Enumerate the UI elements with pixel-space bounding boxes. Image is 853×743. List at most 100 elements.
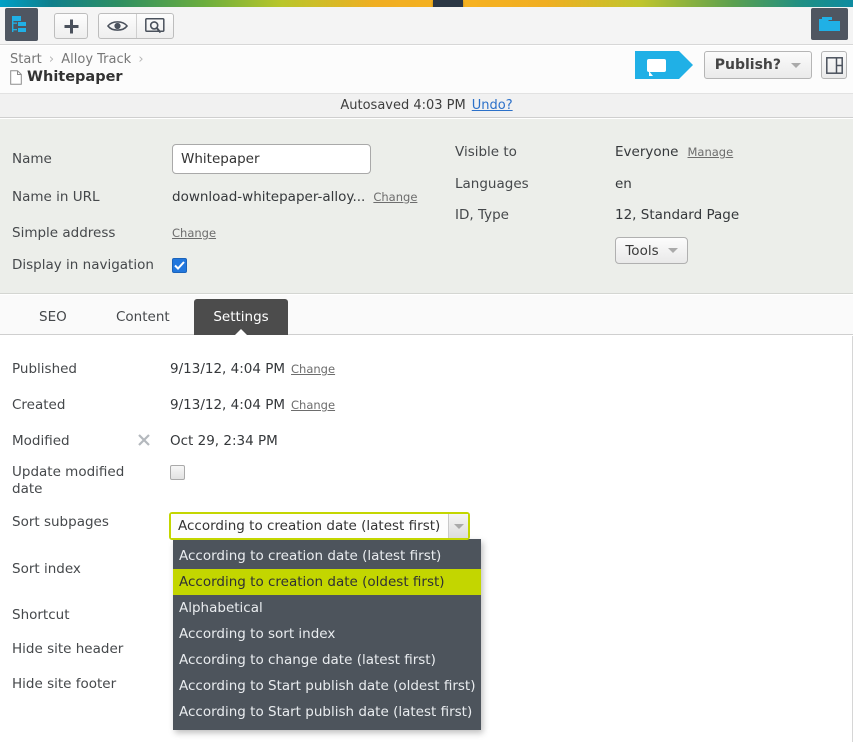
published-change-link[interactable]: Change <box>291 362 335 376</box>
sort-subpages-selected-label: According to creation date (latest first… <box>171 514 448 538</box>
page-header: Start › Alloy Track › Whitepaper Publish… <box>0 46 853 93</box>
dropdown-option-alphabetical[interactable]: Alphabetical <box>173 595 481 621</box>
sort-subpages-dropdown-list: According to creation date (latest first… <box>173 539 481 730</box>
name-in-url-change-link[interactable]: Change <box>373 190 417 204</box>
sort-subpages-select[interactable]: According to creation date (latest first… <box>169 512 470 540</box>
chevron-down-icon <box>791 62 801 68</box>
visible-to-manage-link[interactable]: Manage <box>688 145 734 159</box>
tab-seo[interactable]: SEO <box>22 299 84 335</box>
breadcrumb-item-alloy-track[interactable]: Alloy Track <box>61 52 131 67</box>
page-icon <box>10 69 22 85</box>
modified-value-group: Oct 29, 2:34 PM <box>170 433 278 449</box>
shortcut-label: Shortcut <box>12 607 70 623</box>
unlink-icon-wrap[interactable] <box>137 433 151 447</box>
breadcrumb-separator: › <box>48 52 55 67</box>
update-modified-date-label: Update modified date <box>12 464 125 497</box>
created-label: Created <box>12 397 66 413</box>
preview-search-icon <box>144 17 165 33</box>
page-summary-panel: Name Name in URL download-whitepaper-all… <box>0 119 853 294</box>
global-toolbar <box>0 7 853 45</box>
dropdown-option-start-publish-oldest[interactable]: According to Start publish date (oldest … <box>173 673 481 699</box>
name-label: Name <box>12 151 52 167</box>
name-in-url-label: Name in URL <box>12 189 100 205</box>
assets-button[interactable] <box>811 8 848 40</box>
breadcrumb-item-start[interactable]: Start <box>10 52 42 67</box>
breadcrumb: Start › Alloy Track › <box>10 52 147 67</box>
display-in-navigation-checkbox[interactable] <box>172 257 187 273</box>
view-toolbar-group <box>98 13 174 39</box>
visible-to-label: Visible to <box>455 144 517 160</box>
autosave-text: Autosaved 4:03 PM <box>340 98 466 113</box>
dropdown-option-sort-index[interactable]: According to sort index <box>173 621 481 647</box>
editor-tabs: SEO Content Settings <box>0 295 853 335</box>
checkmark-icon <box>174 260 185 270</box>
tab-seo-label: SEO <box>39 309 67 325</box>
plus-icon <box>64 19 78 33</box>
languages-value: en <box>615 176 632 192</box>
created-value-group: 9/13/12, 4:04 PM Change <box>170 397 335 413</box>
id-type-label: ID, Type <box>455 207 509 223</box>
tab-content[interactable]: Content <box>99 299 187 335</box>
modified-label: Modified <box>12 433 70 449</box>
dropdown-option-change-date-latest[interactable]: According to change date (latest first) <box>173 647 481 673</box>
published-value-group: 9/13/12, 4:04 PM Change <box>170 361 335 377</box>
view-button[interactable] <box>99 14 137 38</box>
unlink-icon <box>138 434 150 446</box>
page-title: Whitepaper <box>27 69 123 85</box>
created-change-link[interactable]: Change <box>291 398 335 412</box>
tools-button[interactable]: Tools <box>615 237 688 264</box>
settings-panel: Published 9/13/12, 4:04 PM Change Create… <box>0 336 853 742</box>
tab-settings-label: Settings <box>213 309 269 325</box>
update-modified-date-value <box>170 465 185 480</box>
published-value: 9/13/12, 4:04 PM <box>170 361 286 377</box>
sitemap-icon <box>12 16 26 32</box>
sort-index-label: Sort index <box>12 561 81 577</box>
sort-subpages-dropdown-arrow[interactable] <box>448 514 468 538</box>
simple-address-change-link[interactable]: Change <box>172 226 216 240</box>
visible-to-value: Everyone <box>615 144 679 160</box>
dropdown-option-creation-oldest[interactable]: According to creation date (oldest first… <box>173 569 481 595</box>
publish-label: Publish? <box>714 57 781 73</box>
id-type-value: 12, Standard Page <box>615 207 740 223</box>
add-button[interactable] <box>54 13 88 39</box>
undo-link[interactable]: Undo? <box>472 98 513 113</box>
preview-button[interactable] <box>137 14 174 38</box>
name-in-url-value: download-whitepaper-alloy... <box>172 189 366 205</box>
chevron-down-icon <box>453 523 464 529</box>
panel-layout-icon <box>825 56 843 74</box>
chevron-down-icon <box>667 248 678 253</box>
header-actions: Publish? <box>634 51 847 79</box>
simple-address-label: Simple address <box>12 225 116 241</box>
comments-button[interactable] <box>634 51 693 79</box>
sort-subpages-label: Sort subpages <box>12 514 109 530</box>
created-value: 9/13/12, 4:04 PM <box>170 397 286 413</box>
modified-value: Oct 29, 2:34 PM <box>170 433 278 449</box>
toggle-panel-button[interactable] <box>821 51 847 79</box>
display-in-navigation-label: Display in navigation <box>12 257 154 273</box>
speech-bubble-icon <box>647 58 667 76</box>
tools-label: Tools <box>625 242 659 259</box>
folder-icon <box>819 17 840 31</box>
dropdown-option-start-publish-latest[interactable]: According to Start publish date (latest … <box>173 699 481 725</box>
summary-row-visible-to: Visible to Everyone Manage <box>455 144 733 160</box>
dropdown-option-creation-latest[interactable]: According to creation date (latest first… <box>173 543 481 569</box>
summary-row-display-in-navigation: Display in navigation <box>12 257 187 273</box>
name-input[interactable] <box>172 144 371 174</box>
hide-site-footer-label: Hide site footer <box>12 676 117 692</box>
app-root: Start › Alloy Track › Whitepaper Publish… <box>0 0 853 743</box>
summary-row-languages: Languages en <box>455 176 632 192</box>
summary-row-simple-address: Simple address Change <box>12 225 216 241</box>
page-title-row: Whitepaper <box>10 69 123 85</box>
brand-gradient-bar <box>0 0 853 7</box>
languages-label: Languages <box>455 176 529 192</box>
summary-row-id-type: ID, Type 12, Standard Page <box>455 207 739 223</box>
tab-settings[interactable]: Settings <box>194 299 288 335</box>
published-label: Published <box>12 361 77 377</box>
update-modified-date-checkbox[interactable] <box>170 465 185 480</box>
summary-row-name: Name <box>12 144 371 174</box>
breadcrumb-separator: › <box>138 52 144 67</box>
tab-content-label: Content <box>116 309 170 325</box>
publish-button[interactable]: Publish? <box>703 51 812 79</box>
hide-site-header-label: Hide site header <box>12 641 124 657</box>
sitemap-button[interactable] <box>5 8 38 41</box>
